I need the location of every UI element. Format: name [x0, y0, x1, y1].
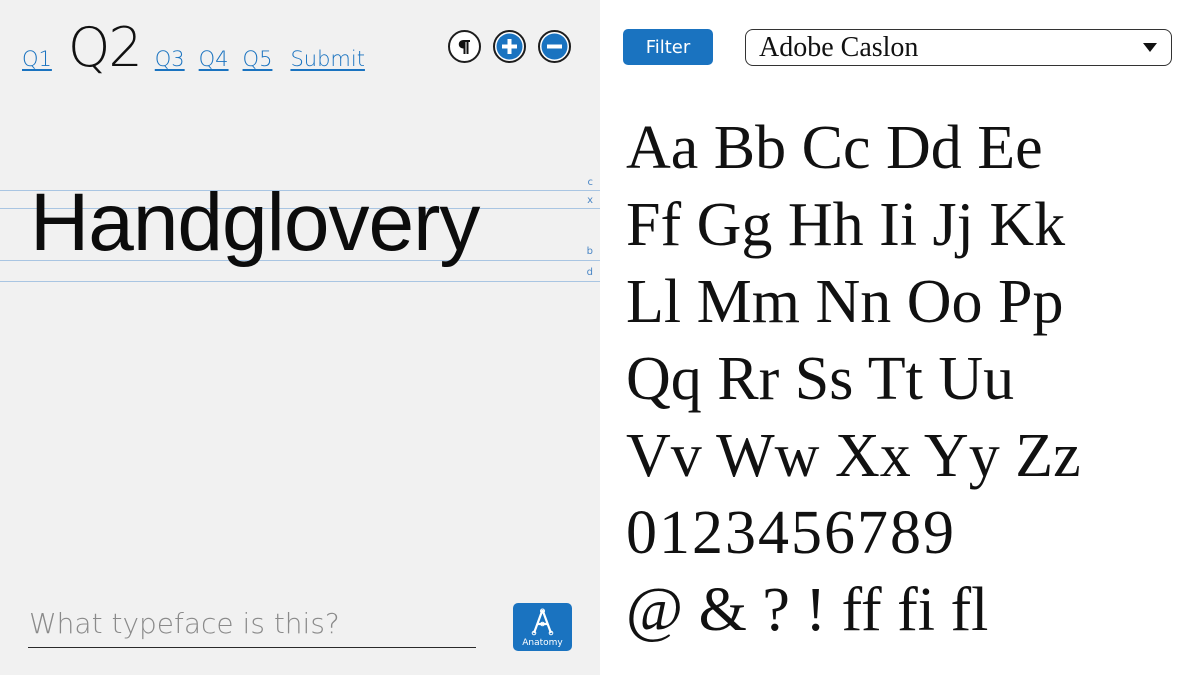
- question-nav: Q1 Q2 Q3 Q4 Q5 Submit: [22, 18, 379, 78]
- pilcrow-icon: [458, 39, 470, 54]
- current-question: Q2: [67, 16, 143, 79]
- x-height-label: x: [587, 195, 593, 206]
- zoom-out-button[interactable]: [538, 30, 571, 63]
- glyph-row: Vv Ww Xx Yy Zz: [626, 422, 1081, 490]
- font-select[interactable]: Adobe Caslon: [745, 29, 1172, 66]
- paragraph-button[interactable]: [448, 30, 481, 63]
- question-link-q4[interactable]: Q4: [199, 47, 229, 71]
- specimen-word: Handglovery: [30, 177, 480, 268]
- glyph-specimen: Aa Bb Cc Dd Ee Ff Gg Hh Ii Jj Kk Ll Mm N…: [626, 110, 1081, 649]
- anatomy-button[interactable]: Anatomy: [513, 603, 572, 651]
- glyph-row: Ff Gg Hh Ii Jj Kk: [626, 191, 1066, 259]
- answer-input[interactable]: [28, 600, 476, 648]
- glyph-row: Qq Rr Ss Tt Uu: [626, 345, 1015, 413]
- glyph-row: Aa Bb Cc Dd Ee: [626, 114, 1043, 182]
- question-link-q5[interactable]: Q5: [243, 47, 273, 71]
- glyph-row-symbols: @ & ? ! ff fi fl: [626, 576, 989, 644]
- font-select-value: Adobe Caslon: [759, 32, 919, 63]
- question-link-q3[interactable]: Q3: [155, 47, 185, 71]
- glyph-row-digits: 0123456789: [626, 499, 956, 567]
- zoom-in-button[interactable]: [493, 30, 526, 63]
- descender-guide: [0, 281, 600, 282]
- baseline-label: b: [586, 246, 593, 257]
- filter-button[interactable]: Filter: [623, 29, 713, 65]
- cap-height-label: c: [587, 177, 594, 188]
- question-panel: Q1 Q2 Q3 Q4 Q5 Submit c x b d Handglover…: [0, 0, 600, 675]
- glyph-row: Ll Mm Nn Oo Pp: [626, 268, 1064, 336]
- question-link-q1[interactable]: Q1: [22, 47, 52, 71]
- submit-link[interactable]: Submit: [290, 47, 365, 71]
- caret-down-icon: [1143, 43, 1157, 52]
- plus-icon: [496, 33, 523, 60]
- minus-icon: [541, 33, 568, 60]
- descender-label: d: [586, 267, 593, 278]
- letter-a-anatomy-icon: [531, 608, 554, 636]
- anatomy-label: Anatomy: [522, 638, 563, 648]
